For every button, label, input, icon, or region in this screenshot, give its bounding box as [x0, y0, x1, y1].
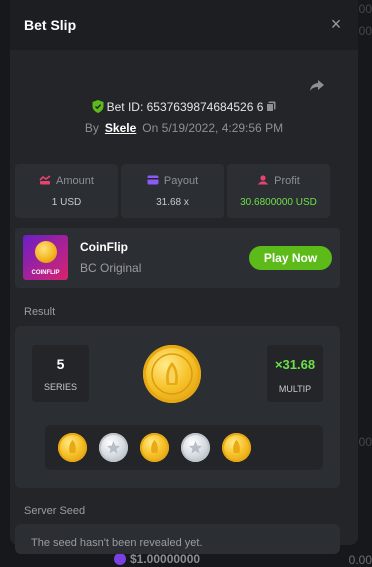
coin-sequence: [45, 425, 323, 470]
bet-author-row: By Skele On 5/19/2022, 4:29:56 PM: [10, 121, 358, 135]
bet-id-row: Bet ID: 6537639874684526 6: [10, 100, 358, 116]
currency-coin-icon: [114, 553, 126, 565]
balance-amount: $1.00000000: [130, 552, 201, 566]
server-seed-box: The seed hasn't been revealed yet.: [15, 524, 340, 554]
server-seed-label: Server Seed: [24, 505, 86, 517]
result-section-label: Result: [24, 306, 56, 318]
game-subtitle: BC Original: [80, 261, 142, 275]
share-icon[interactable]: [308, 76, 326, 94]
multiplier-box: ×31.68 MULTIP: [267, 345, 323, 402]
stat-amount-label: Amount: [56, 175, 94, 187]
stat-profit-label: Profit: [274, 175, 300, 187]
game-name: CoinFlip: [80, 240, 128, 254]
stat-payout-label-row: Payout: [121, 175, 224, 187]
gold-coin-icon: [140, 433, 169, 462]
stat-amount-label-row: Amount: [15, 175, 118, 187]
multiplier-label: MULTIP: [278, 384, 312, 394]
series-box: 5 SERIES: [32, 345, 89, 402]
on-label: On: [142, 121, 159, 135]
profit-icon: [257, 175, 269, 185]
result-panel: 5 SERIES ×31.68 MULTIP: [15, 326, 340, 488]
bet-id-text: Bet ID: 6537639874684526 6: [106, 100, 264, 114]
gold-coin-icon: [58, 433, 87, 462]
stat-profit: Profit 30.6800000 USD: [227, 164, 330, 218]
wallet-icon: [147, 175, 159, 185]
by-label: By: [84, 121, 99, 135]
result-coin-icon: [143, 345, 201, 403]
copy-icon[interactable]: [266, 101, 276, 112]
game-card: COINFLIP CoinFlip BC Original Play Now: [15, 228, 340, 288]
amount-icon: [39, 175, 51, 185]
series-value: 5: [56, 356, 65, 372]
series-label: SERIES: [43, 382, 77, 392]
silver-coin-icon: [181, 433, 210, 462]
modal-header: Bet Slip ×: [10, 0, 358, 50]
play-now-button[interactable]: Play Now: [249, 246, 332, 270]
stat-amount-value: 1 USD: [51, 197, 82, 208]
close-button[interactable]: ×: [326, 14, 346, 34]
username-link[interactable]: Skele: [105, 121, 136, 135]
game-thumbnail[interactable]: COINFLIP: [23, 235, 68, 280]
modal-title: Bet Slip: [24, 17, 77, 33]
stat-payout-value: 31.68 x: [156, 197, 189, 208]
stat-amount: Amount 1 USD: [15, 164, 118, 218]
gold-coin-icon: [222, 433, 251, 462]
game-thumbnail-label: COINFLIP: [31, 270, 60, 276]
stat-profit-label-row: Profit: [227, 175, 330, 187]
server-seed-text: The seed hasn't been revealed yet.: [31, 537, 203, 549]
stat-profit-value: 30.6800000 USD: [240, 197, 317, 208]
silver-coin-icon: [99, 433, 128, 462]
bet-stats: Amount 1 USD Payout 31.68 x Profit 30.68…: [15, 164, 330, 218]
bet-datetime: 5/19/2022, 4:29:56 PM: [161, 121, 284, 135]
multiplier-value: ×31.68: [274, 357, 316, 372]
background-balance: $1.00000000: [114, 552, 200, 566]
stat-payout-label: Payout: [163, 175, 199, 187]
stat-payout: Payout 31.68 x: [121, 164, 224, 218]
coin-icon: [35, 241, 57, 263]
verified-shield-icon: [92, 100, 104, 113]
background-value: 0.00: [348, 553, 372, 567]
